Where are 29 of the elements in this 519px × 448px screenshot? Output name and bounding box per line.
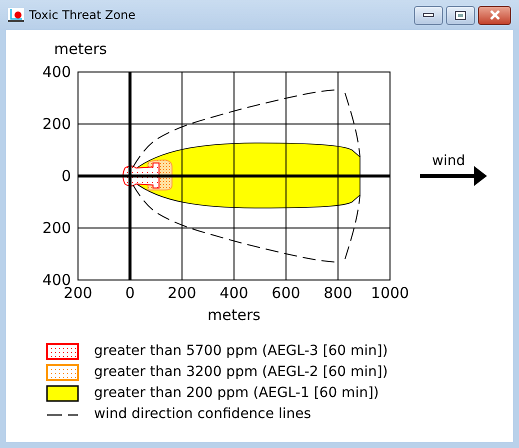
x-tick-label: 400 xyxy=(220,284,248,302)
minimize-button[interactable] xyxy=(414,6,443,24)
x-tick-label: 600 xyxy=(272,284,300,302)
x-tick-label: 200 xyxy=(64,284,92,302)
wind-arrow-icon xyxy=(420,166,487,186)
dashed-line-icon xyxy=(47,414,78,416)
y-tick-label: 200 xyxy=(42,115,71,133)
x-tick-label: 1000 xyxy=(370,284,410,302)
minimize-icon xyxy=(423,13,434,17)
x-tick-label: 800 xyxy=(324,284,352,302)
legend-label: greater than 3200 ppm (AEGL-2 [60 min]) xyxy=(94,364,388,381)
close-button[interactable] xyxy=(478,6,511,24)
legend-label: greater than 5700 ppm (AEGL-3 [60 min]) xyxy=(94,343,388,360)
wind-label: wind xyxy=(432,153,466,169)
x-tick-label: 0 xyxy=(125,284,135,302)
app-icon xyxy=(8,8,24,22)
y-tick-label: 200 xyxy=(42,219,71,237)
aegl3-zone xyxy=(122,162,160,188)
y-axis-unit: meters xyxy=(54,40,107,58)
restore-icon xyxy=(455,10,466,20)
close-icon xyxy=(488,10,500,20)
window-title: Toxic Threat Zone xyxy=(29,7,136,24)
y-tick-label: 0 xyxy=(61,167,71,185)
x-axis-label: meters xyxy=(208,306,260,324)
legend-label: wind direction confidence lines xyxy=(94,406,311,423)
legend-label: greater than 200 ppm (AEGL-1 [60 min]) xyxy=(94,385,379,402)
x-tick-label: 200 xyxy=(168,284,196,302)
maximize-button[interactable] xyxy=(446,6,475,24)
y-tick-label: 400 xyxy=(42,63,71,81)
